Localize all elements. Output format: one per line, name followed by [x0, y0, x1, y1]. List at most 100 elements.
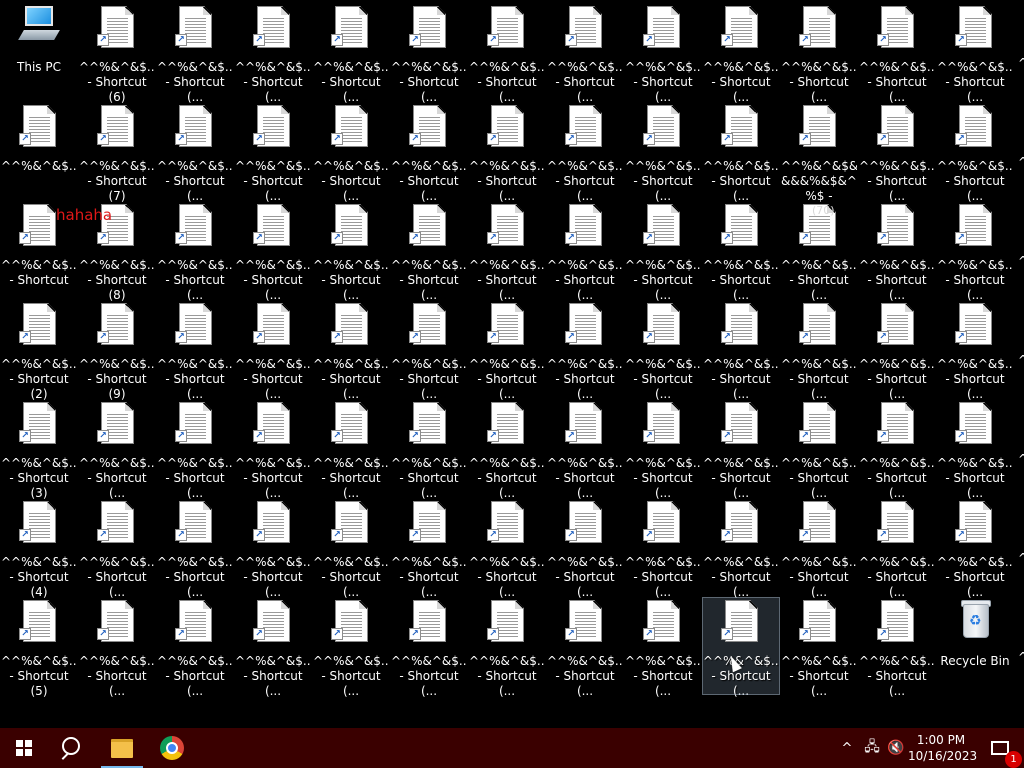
- desktop-shortcut[interactable]: ↗ ^^%&^&$... - Shortcut (...: [313, 301, 389, 401]
- desktop-shortcut[interactable]: ↗ ^^%&^&$... - Shortcut (...: [547, 301, 623, 401]
- desktop-shortcut[interactable]: ↗ ^^%&^&$... - Shortcut (...: [703, 301, 779, 401]
- desktop-shortcut[interactable]: ↗ ^^%&^&$... - Shortcut (...: [625, 400, 701, 500]
- desktop-shortcut[interactable]: ↗ ^^%&^&$... - Shortcut (6): [79, 4, 155, 104]
- desktop-shortcut[interactable]: ↗ ^^%&^&$... - Shortcut (...: [391, 202, 467, 302]
- chrome-button[interactable]: [148, 728, 196, 768]
- search-button[interactable]: [48, 728, 96, 768]
- desktop-shortcut[interactable]: ↗ ^^%&^&$... - Shortcut (...: [937, 400, 1013, 500]
- network-icon[interactable]: 🖧: [860, 728, 884, 768]
- desktop-shortcut[interactable]: ↗ ^^%&^&$... - Shortcut (...: [859, 202, 935, 302]
- desktop-shortcut[interactable]: ↗ ^^%&^&$... - Shortcut (...: [157, 4, 233, 104]
- recycle-bin-icon-tile[interactable]: ♻ Recycle Bin: [937, 598, 1013, 694]
- desktop-shortcut[interactable]: ↗ ^^%&^&$... - Shortcut (...: [391, 400, 467, 500]
- show-hidden-icons-button[interactable]: ^: [836, 728, 858, 768]
- desktop-shortcut[interactable]: ↗ ^^%&^&$... - Shortcut (...: [781, 301, 857, 401]
- desktop-shortcut[interactable]: ↗ ^^%&^&$... - Shortcut (...: [157, 301, 233, 401]
- desktop-shortcut[interactable]: ↗ ^^%&^&$... - Shortcut (...: [703, 202, 779, 302]
- this-pc-icon-tile[interactable]: This PC: [1, 4, 77, 100]
- desktop-shortcut[interactable]: ↗ ^^%&^&$... - Shortcut (...: [391, 301, 467, 401]
- desktop-shortcut[interactable]: ↗ ^^%&^&$... - Shortcut (...: [703, 400, 779, 500]
- start-button[interactable]: [0, 728, 48, 768]
- desktop-shortcut[interactable]: ↗ ^^%&^&$... - Shortcut (...: [157, 202, 233, 302]
- desktop-shortcut[interactable]: ↗ ^^%&^&$... - Shortcut (...: [469, 4, 545, 104]
- desktop-shortcut[interactable]: ↗ ^^%&^&$... - Shortcut (...: [469, 400, 545, 500]
- desktop-shortcut[interactable]: ↗ ^^%&^&$... - Shortcut (...: [859, 4, 935, 104]
- desktop-shortcut[interactable]: ↗ ^^%&^&$... - Shortcut (...: [547, 4, 623, 104]
- desktop-shortcut[interactable]: ↗ ^^%&^&$... - Shortcut (...: [313, 202, 389, 302]
- desktop-shortcut[interactable]: ↗ ^^%&^&$... - Shortcut (5): [1, 598, 77, 698]
- desktop-shortcut[interactable]: ↗ ^^%&^&$... - Shortcut (...: [703, 103, 779, 203]
- desktop-shortcut[interactable]: ↗ ^^%&^&$... - Shortcut (...: [391, 598, 467, 698]
- desktop-shortcut[interactable]: ↗ ^^%&^&$... - Shortcut (...: [703, 499, 779, 599]
- desktop-shortcut[interactable]: ↗ ^^%&^&$... - Shortcut (2): [1, 301, 77, 401]
- desktop-shortcut[interactable]: ↗ ^^%&^&$... - Shortcut (...: [702, 597, 780, 698]
- desktop-shortcut[interactable]: ↗ ^^%&^&$... - Shortcut (...: [469, 499, 545, 599]
- desktop-shortcut[interactable]: ↗ ^^%&^&$... - Shortcut (...: [547, 499, 623, 599]
- desktop-shortcut[interactable]: ↗ ^^%&^&$... - Shortcut (...: [79, 400, 155, 500]
- desktop-shortcut[interactable]: ↗ ^^%&^&$... - Shortcut (...: [781, 4, 857, 104]
- text-document-icon: ↗: [721, 400, 761, 448]
- desktop-shortcut[interactable]: ↗ ^^%&^&$... - Shortcut (...: [235, 598, 311, 698]
- desktop-shortcut[interactable]: ↗ ^^%&^&$... - Shortcut (...: [937, 301, 1013, 401]
- desktop-shortcut[interactable]: ↗ ^^%&^&$... - Shortcut (...: [157, 598, 233, 698]
- desktop-shortcut[interactable]: ↗ ^^%&^&$... - Shortcut (...: [547, 202, 623, 302]
- desktop-shortcut[interactable]: ↗ ^^%&^&$... - Shortcut (4): [1, 499, 77, 599]
- desktop-shortcut[interactable]: ↗ ^^%&^&$... - Shortcut (...: [937, 499, 1013, 599]
- desktop-shortcut[interactable]: ↗ ^^%&^&$... - Shortcut (...: [859, 301, 935, 401]
- desktop-shortcut[interactable]: ↗ ^^%&^&$... - Shortcut (...: [547, 400, 623, 500]
- desktop-shortcut[interactable]: ↗ ^^%&^&$... - Shortcut (...: [859, 499, 935, 599]
- desktop-shortcut[interactable]: ↗ ^^%&^&$... - Shortcut (...: [781, 499, 857, 599]
- desktop-shortcut[interactable]: ↗ ^^%&^&$...: [1, 103, 77, 199]
- desktop-shortcut[interactable]: ↗ ^^%&^&$... - Shortcut (...: [469, 598, 545, 698]
- desktop-shortcut[interactable]: ↗ ^^%&^&$... - Shortcut (...: [235, 301, 311, 401]
- volume-muted-icon[interactable]: 🔇: [884, 728, 908, 768]
- action-center-button[interactable]: 1: [976, 728, 1024, 768]
- desktop-shortcut[interactable]: ↗ ^^%&^&$... - Shortcut (...: [859, 400, 935, 500]
- desktop-shortcut[interactable]: ↗ ^^%&^&$... - Shortcut (...: [625, 499, 701, 599]
- desktop-shortcut[interactable]: ↗ ^^%&^&$... - Shortcut (...: [547, 103, 623, 203]
- desktop-shortcut[interactable]: ↗ ^^%&^&$... - Shortcut (...: [235, 400, 311, 500]
- desktop-shortcut[interactable]: ↗ ^^%&^&$... - Shortcut (...: [391, 4, 467, 104]
- desktop-shortcut[interactable]: ↗ ^^%&^&$... - Shortcut (...: [547, 598, 623, 698]
- desktop-shortcut[interactable]: ↗ ^^%&^&$... - Shortcut (...: [79, 499, 155, 599]
- desktop-shortcut[interactable]: ↗ ^^%&^&$... - Shortcut (...: [625, 4, 701, 104]
- desktop-shortcut[interactable]: ↗ ^^%&^&$... - Shortcut (...: [313, 499, 389, 599]
- desktop-shortcut[interactable]: ↗ ^^%&^&$... - Shortcut (...: [79, 598, 155, 698]
- desktop-shortcut[interactable]: ↗ ^^%&^&$... - Shortcut (7): [79, 103, 155, 203]
- desktop-shortcut[interactable]: ↗ ^^%&^&$... - Shortcut (...: [469, 202, 545, 302]
- desktop-shortcut[interactable]: ↗ ^^%&^&$... - Shortcut (...: [625, 598, 701, 698]
- desktop-shortcut[interactable]: ↗ ^^%&^&$... - Shortcut (...: [157, 400, 233, 500]
- desktop-shortcut[interactable]: ↗ ^^%&^&$... - Shortcut (9): [79, 301, 155, 401]
- desktop-shortcut[interactable]: ↗ ^^%&^&$... - Shortcut (...: [781, 400, 857, 500]
- desktop-shortcut[interactable]: ↗ ^^%&^&$... - Shortcut (...: [391, 103, 467, 203]
- desktop-shortcut[interactable]: ↗ ^^%&^&$... - Shortcut (...: [937, 4, 1013, 104]
- desktop[interactable]: ↗ ^^%&^&$... - Shortcut (6) ↗ ^^%&^&$... - …: [0, 0, 1024, 728]
- desktop-shortcut[interactable]: ↗ ^^%&^&$... - Shortcut (...: [235, 103, 311, 203]
- desktop-shortcut[interactable]: ↗ ^^%&^&$... - Shortcut (...: [157, 499, 233, 599]
- desktop-shortcut[interactable]: ↗ ^^%&^&$... - Shortcut (...: [313, 4, 389, 104]
- desktop-shortcut[interactable]: ↗ ^^%&^&$... - Shortcut (...: [859, 598, 935, 698]
- desktop-shortcut[interactable]: ↗ ^^%&^&$... - Shortcut (...: [937, 202, 1013, 302]
- desktop-shortcut[interactable]: ↗ ^^%&^&$... - Shortcut (...: [703, 4, 779, 104]
- clock[interactable]: 1:00 PM 10/16/2023: [908, 728, 977, 768]
- desktop-shortcut[interactable]: ↗ ^^%&^&$& &&&%&$&^ %$ - Shortcut: [781, 103, 857, 205]
- desktop-shortcut[interactable]: ↗ ^^%&^&$... - Shortcut (...: [469, 301, 545, 401]
- desktop-shortcut[interactable]: ↗ ^^%&^&$... - Shortcut (...: [625, 103, 701, 203]
- desktop-shortcut[interactable]: ↗ ^^%&^&$... - Shortcut (...: [235, 499, 311, 599]
- desktop-shortcut[interactable]: ↗ ^^%&^&$... - Shortcut (...: [313, 598, 389, 698]
- file-explorer-button[interactable]: [98, 728, 146, 768]
- desktop-shortcut[interactable]: ↗ ^^%&^&$... - Shortcut (...: [313, 103, 389, 203]
- desktop-shortcut[interactable]: ↗ ^^%&^&$... - Shortcut (...: [859, 103, 935, 203]
- desktop-shortcut[interactable]: ↗ ^^%&^&$... - Shortcut (...: [469, 103, 545, 203]
- desktop-shortcut[interactable]: ↗ ^^%&^&$... - Shortcut (...: [781, 598, 857, 698]
- desktop-shortcut[interactable]: ↗ ^^%&^&$... - Shortcut (...: [157, 103, 233, 203]
- desktop-shortcut[interactable]: ↗ ^^%&^&$... - Shortcut (...: [235, 202, 311, 302]
- desktop-shortcut[interactable]: ↗ ^^%&^&$... - Shortcut (3): [1, 400, 77, 500]
- desktop-icon-label: ^^%&^&$... - Shortcut (...: [937, 357, 1013, 401]
- desktop-shortcut[interactable]: ↗ ^^%&^&$... - Shortcut (...: [625, 301, 701, 401]
- desktop-shortcut[interactable]: ↗ ^^%&^&$... - Shortcut (...: [235, 4, 311, 104]
- desktop-shortcut[interactable]: ↗ ^^%&^&$... - Shortcut (...: [937, 103, 1013, 203]
- desktop-shortcut[interactable]: ↗ ^^%&^&$... - Shortcut (...: [625, 202, 701, 302]
- desktop-shortcut[interactable]: ↗ ^^%&^&$... - Shortcut (...: [313, 400, 389, 500]
- desktop-shortcut[interactable]: ↗ ^^%&^&$... - Shortcut (...: [391, 499, 467, 599]
